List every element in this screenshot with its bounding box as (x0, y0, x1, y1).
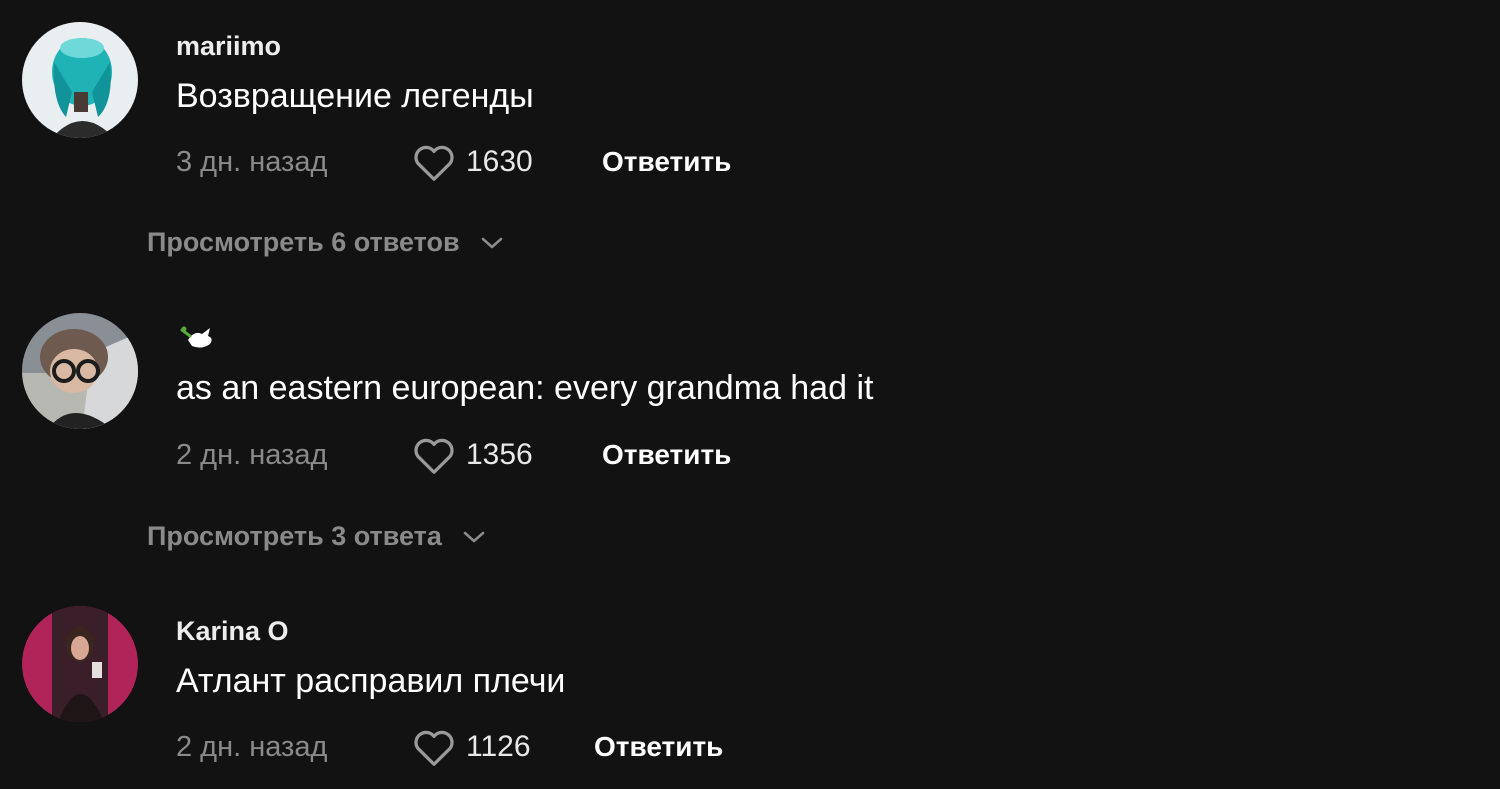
avatar[interactable] (22, 22, 138, 138)
reply-button[interactable]: Ответить (602, 146, 731, 178)
view-replies-button[interactable]: Просмотреть 3 ответа (147, 521, 486, 552)
heart-icon (414, 438, 454, 474)
comment-text: Возвращение легенды (176, 77, 534, 115)
comment-text: as an eastern european: every grandma ha… (176, 369, 874, 407)
view-replies-label: Просмотреть 3 ответа (147, 521, 442, 551)
comment-timestamp: 2 дн. назад (176, 730, 328, 763)
comment-username[interactable]: mariimo (176, 31, 281, 62)
comment-username[interactable]: Karina O (176, 616, 289, 647)
like-count: 1356 (466, 438, 533, 471)
view-replies-label: Просмотреть 6 ответов (147, 227, 460, 257)
avatar[interactable] (22, 606, 138, 722)
heart-icon (414, 145, 454, 181)
comment-timestamp: 2 дн. назад (176, 438, 328, 471)
like-count: 1630 (466, 145, 533, 178)
like-count: 1126 (466, 730, 531, 763)
comment-text: Атлант расправил плечи (176, 662, 566, 700)
like-button[interactable]: 1126 (412, 727, 594, 767)
like-button[interactable]: 1630 (412, 142, 602, 182)
comment-meta: 3 дн. назад 1630 Ответить (176, 140, 731, 184)
comment-meta: 2 дн. назад 1356 Ответить (176, 433, 731, 477)
comment-timestamp: 3 дн. назад (176, 145, 328, 178)
avatar[interactable] (22, 313, 138, 429)
dove-icon (180, 326, 212, 348)
comment-meta: 2 дн. назад 1126 Ответить (176, 725, 723, 769)
view-replies-button[interactable]: Просмотреть 6 ответов (147, 227, 504, 258)
like-button[interactable]: 1356 (412, 435, 602, 475)
heart-icon (414, 730, 454, 766)
reply-button[interactable]: Ответить (602, 439, 731, 471)
chevron-down-icon (481, 237, 502, 248)
chevron-down-icon (463, 531, 485, 542)
reply-button[interactable]: Ответить (594, 731, 723, 763)
